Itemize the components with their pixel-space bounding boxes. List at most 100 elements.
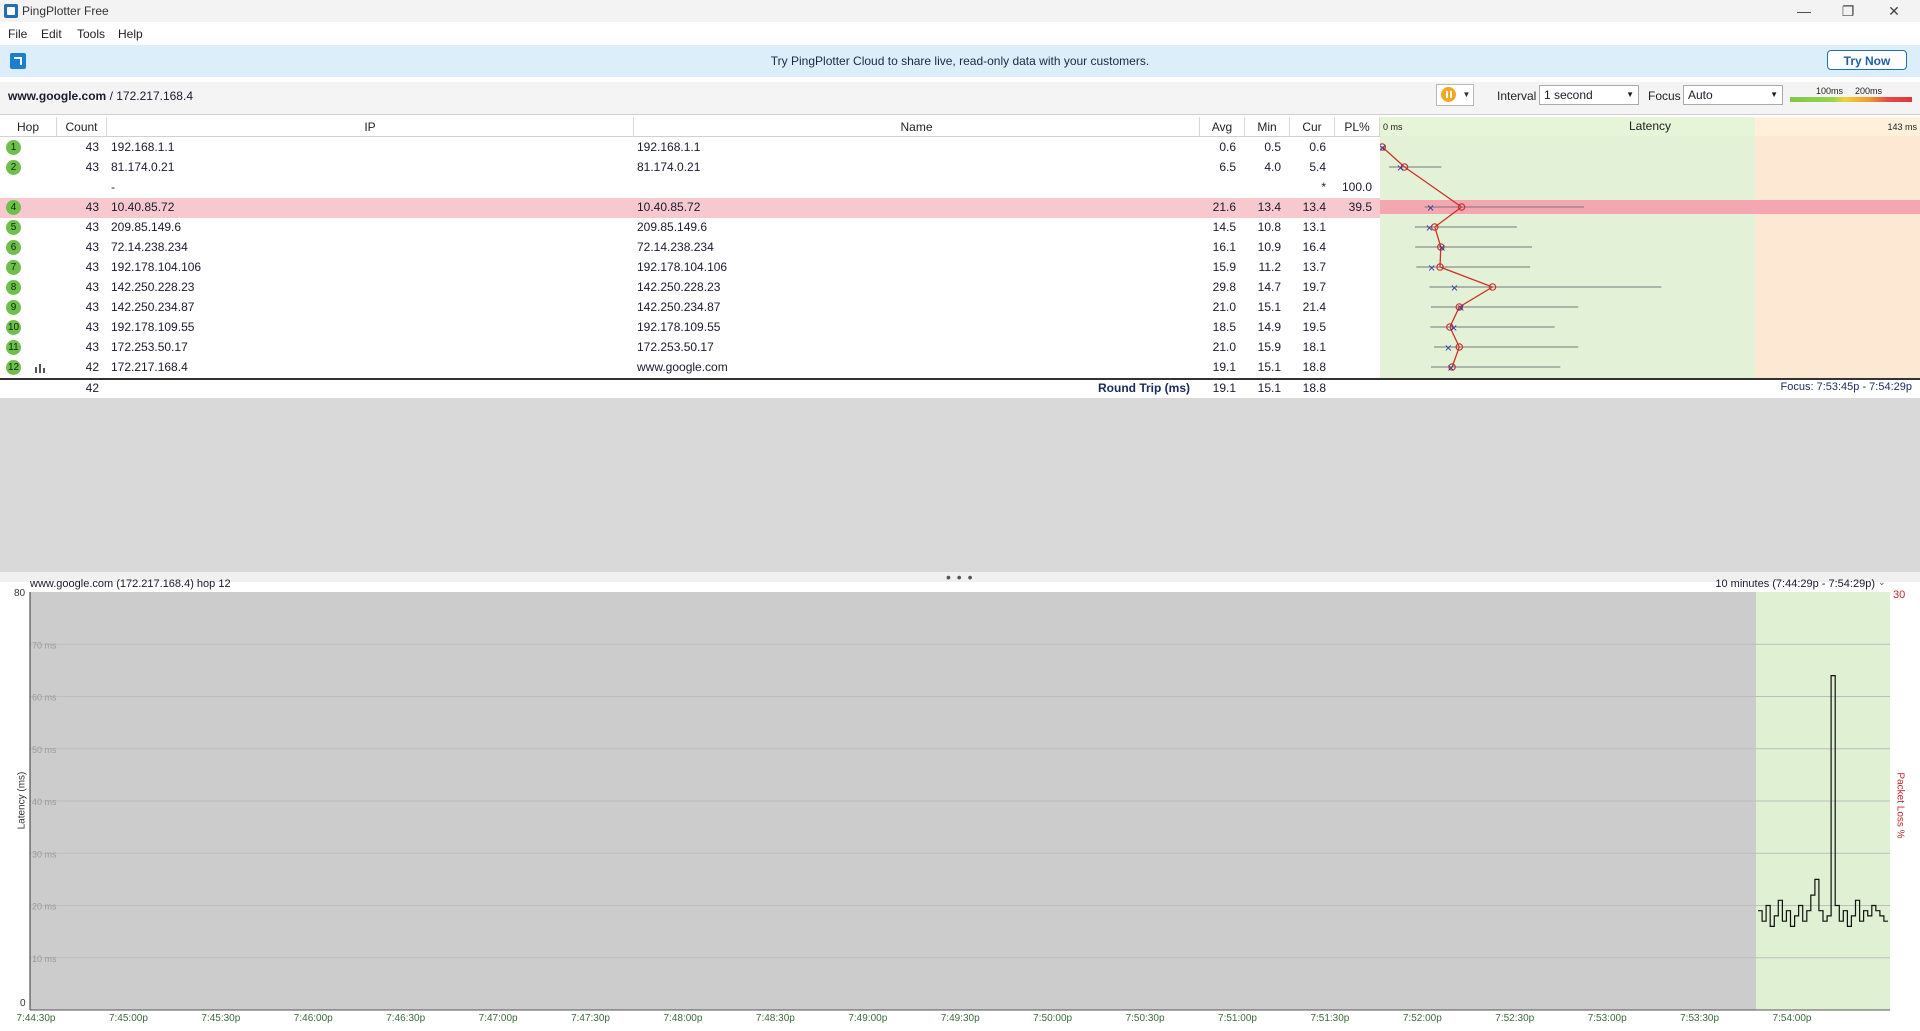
hop-min: 10.8 [1257,220,1281,234]
latency-header-title: Latency [1629,119,1671,133]
hop-min: 4.0 [1264,160,1281,174]
gridline-label: 70 ms [32,640,57,650]
x-tick-label: 7:51:30p [1310,1013,1349,1024]
hop-number-badge: 5 [6,220,21,235]
hop-name: 172.253.50.17 [637,340,714,354]
x-tick-label: 7:51:00p [1218,1013,1257,1024]
hop-number-badge: 4 [6,200,21,215]
interval-value: 1 second [1544,88,1593,102]
hop-cur: 5.4 [1309,160,1326,174]
interval-select[interactable]: 1 second ▼ [1539,85,1639,105]
current-latency-mark: × [1450,283,1458,294]
latency-color-scale [1790,97,1912,102]
col-ip[interactable]: IP [107,120,633,134]
hop-cur: 18.8 [1302,360,1326,374]
x-tick-label: 7:49:30p [941,1013,980,1024]
summary-count: 42 [85,381,99,395]
hop-cur: 16.4 [1302,240,1326,254]
hop-min: 14.9 [1257,320,1281,334]
pause-dropdown-icon[interactable]: ▼ [1459,84,1474,106]
hop-count: 43 [85,200,99,214]
hop-name: www.google.com [637,360,728,374]
col-pl[interactable]: PL% [1335,120,1379,134]
minimize-button[interactable]: — [1784,1,1824,21]
table-row[interactable] [0,178,1380,198]
x-tick-label: 7:53:30p [1680,1013,1719,1024]
x-tick-label: 7:48:00p [663,1013,702,1024]
hop-avg: 15.9 [1212,260,1236,274]
hop-count: 43 [85,160,99,174]
x-tick-label: 7:44:30p [17,1013,56,1024]
current-latency-mark: × [1457,303,1465,314]
menu-help[interactable]: Help [118,27,143,41]
restore-button[interactable]: ❐ [1828,1,1868,21]
menu-tools[interactable]: Tools [77,27,105,41]
chevron-down-icon: ▼ [1770,90,1778,99]
hop-avg: 29.8 [1212,280,1236,294]
hop-min: 15.9 [1257,340,1281,354]
y-axis-title: Latency (ms) [16,771,28,830]
scale-100-label: 100ms [1816,86,1844,96]
close-button[interactable]: ✕ [1874,1,1914,21]
y-axis-bottom-label: 0 [20,998,26,1009]
x-tick-label: 7:45:00p [109,1013,148,1024]
col-avg[interactable]: Avg [1200,120,1244,134]
hop-count: 43 [85,280,99,294]
target-label: www.google.com / 172.217.168.4 [8,89,193,103]
graph-bars-icon[interactable] [34,362,46,373]
hop-ip: 172.253.50.17 [111,340,188,354]
pause-icon[interactable] [1441,87,1456,102]
hop-avg: 6.5 [1219,160,1236,174]
empty-trace-area [0,398,1920,572]
hop-name: 81.174.0.21 [637,160,701,174]
target-host: www.google.com [8,89,107,103]
focus-select[interactable]: Auto ▼ [1683,85,1783,105]
hop-ip: 192.178.104.106 [111,260,202,274]
menu-edit[interactable]: Edit [41,27,62,41]
current-latency-mark: × [1426,203,1434,214]
hop-min: 14.7 [1257,280,1281,294]
hop-min: 0.5 [1264,140,1281,154]
hop-number-badge: 1 [6,140,21,155]
menu-file[interactable]: File [8,27,27,41]
hop-min: 15.1 [1257,360,1281,374]
x-tick-label: 7:48:30p [756,1013,795,1024]
hop-name: 209.85.149.6 [637,220,708,234]
hop-avg: 21.0 [1212,340,1236,354]
hop-number-badge: 8 [6,280,21,295]
hop-ip: 142.250.234.87 [111,300,195,314]
col-hop[interactable]: Hop [0,120,56,134]
hop-name: 192.178.104.106 [637,260,728,274]
hop-name: 192.178.109.55 [637,320,721,334]
hop-ip: 192.178.109.55 [111,320,195,334]
col-cur[interactable]: Cur [1290,120,1334,134]
banner-text: Try PingPlotter Cloud to share live, rea… [770,54,1150,68]
hop-cur: 19.5 [1302,320,1326,334]
col-name[interactable]: Name [634,120,1199,134]
y-axis-top-label: 80 [14,588,26,599]
col-min[interactable]: Min [1245,120,1289,134]
round-trip-row [0,378,1920,398]
focus-value: Auto [1688,88,1713,102]
x-tick-label: 7:45:30p [201,1013,240,1024]
hop-count: 43 [85,340,99,354]
hop-min: 15.1 [1257,300,1281,314]
latency-history-chart: 70 ms 60 ms 50 ms 40 ms 30 ms 20 ms 10 ms 7:44… [17,592,1890,1024]
latency-panel: Latency 0 ms 143 ms ××××××××××× [1380,117,1920,378]
scale-200-label: 200ms [1855,86,1883,96]
x-tick-label: 7:47:00p [479,1013,518,1024]
hop-count: 42 [85,360,99,374]
x-tick-label: 7:50:00p [1033,1013,1072,1024]
gridline-label: 10 ms [32,954,57,964]
col-count[interactable]: Count [57,120,106,134]
packet-loss-axis-title: Packet Loss % [1894,772,1906,839]
hop-cur: * [1321,180,1326,194]
x-tick-label: 7:52:00p [1403,1013,1442,1024]
summary-avg: 19.1 [1212,381,1236,395]
hop-min: 11.2 [1258,260,1281,274]
current-latency-mark: × [1380,143,1386,154]
x-tick-label: 7:50:30p [1126,1013,1165,1024]
try-now-button[interactable]: Try Now [1827,50,1907,70]
hop-number-badge: 7 [6,260,21,275]
hop-ip: 192.168.1.1 [111,140,175,154]
